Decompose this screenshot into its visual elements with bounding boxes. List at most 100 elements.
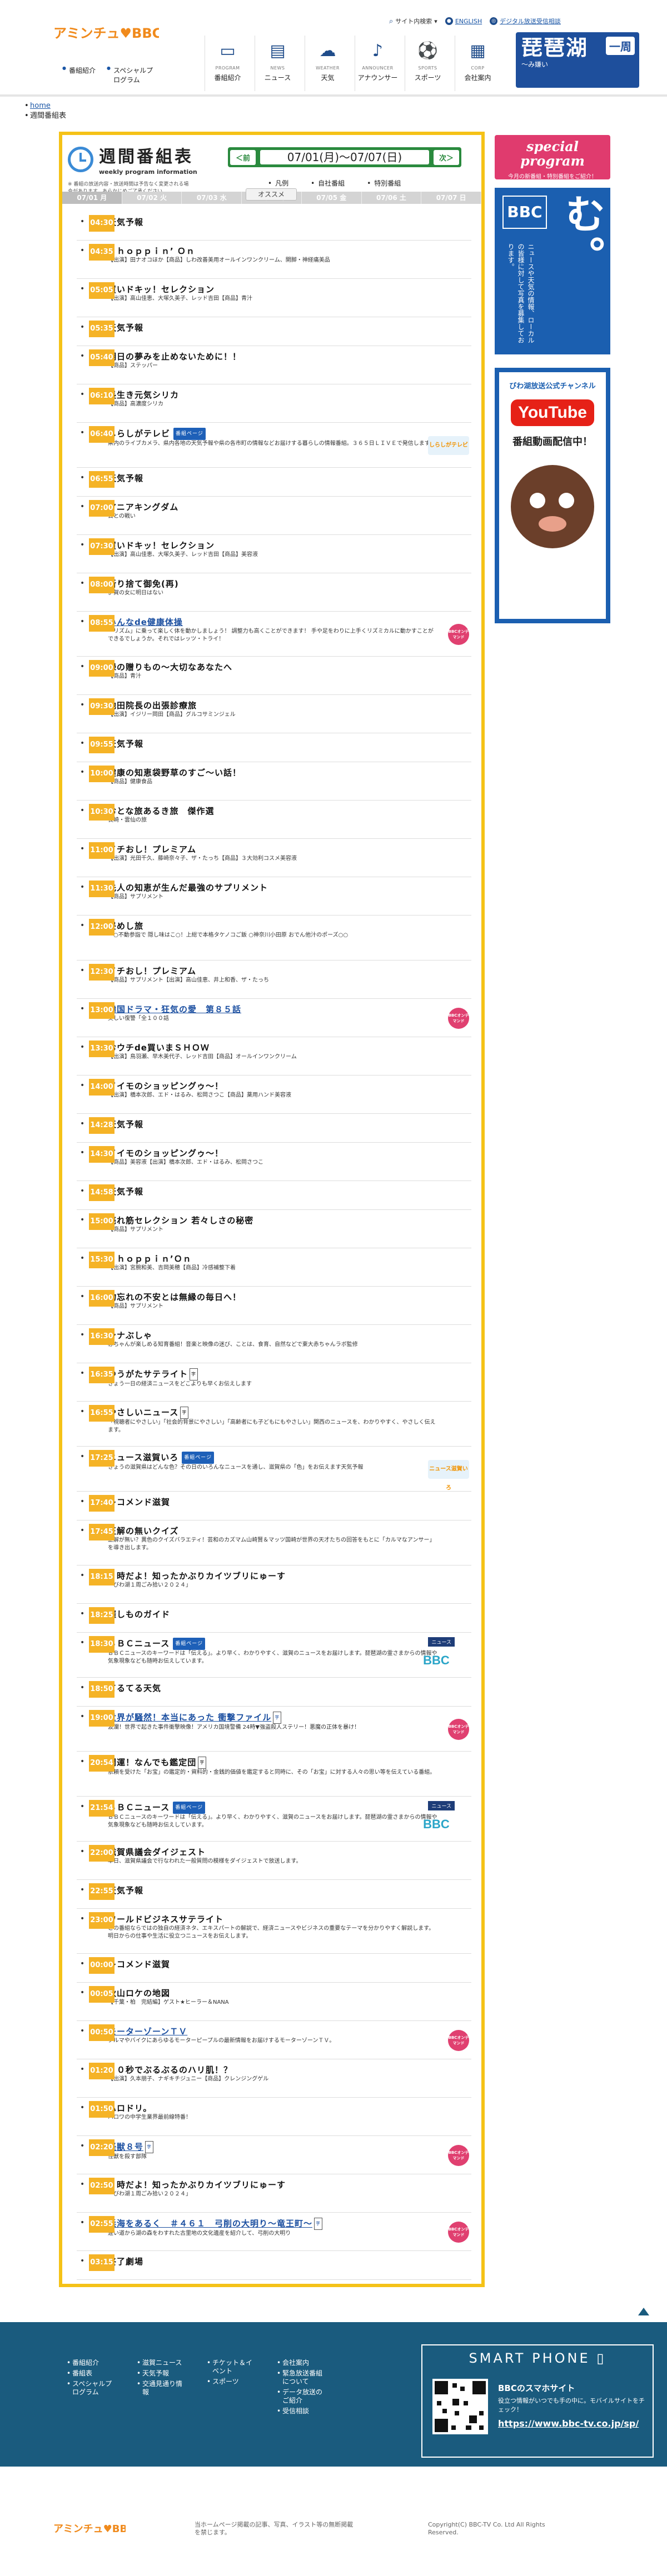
- youtube-banner[interactable]: びわ湖放送公式チャンネル YouTube 番組動画配信中！: [495, 368, 610, 623]
- program-title[interactable]: 世界が騒然！本当にあった 衝撃ファイル字: [108, 1707, 471, 1724]
- footer-logo[interactable]: アミンチュ♥BBC: [53, 2517, 135, 2539]
- program-row[interactable]: 18:15６時だよ！知ったかぶりカイツブリにゅーす「びわ湖１周ごみ拾い２０２４」: [77, 1565, 471, 1604]
- prev-week-button[interactable]: ＜前: [230, 149, 256, 165]
- footer-link[interactable]: スペシャルプログラム: [67, 2380, 118, 2397]
- program-row[interactable]: 18:30ＢＢＣニュース番組ページＢＢＣニュースのキーワードは「伝える」。より早…: [77, 1633, 471, 1678]
- breadcrumb-home[interactable]: home: [30, 102, 51, 110]
- program-row[interactable]: 04:30天気予報: [77, 212, 471, 241]
- program-row[interactable]: 16:00物忘れの不安とは無縁の毎日へ！【商品】サプリメント: [77, 1287, 471, 1325]
- site-search-link[interactable]: ⌕ サイト内検索 ▾: [389, 17, 437, 26]
- footer-link[interactable]: 天気予報: [137, 2369, 188, 2378]
- footer-link[interactable]: データ放送のご紹介: [277, 2388, 328, 2405]
- program-row[interactable]: 17:40レコメンド滋賀: [77, 1492, 471, 1520]
- program-row[interactable]: 08:00新り捨て御免(再)伊賀の女に明日はない: [77, 573, 471, 612]
- program-row[interactable]: 08:55みんなde健康体操「リズム」に乗って楽しく体を動かしましょう！ 調整力…: [77, 612, 471, 657]
- program-row[interactable]: 02:55浜海をあるく ＃４６１ 弓削の大明り〜竜王町〜字違い道から湖の森をわす…: [77, 2213, 471, 2251]
- program-row[interactable]: 06:40しらしがテレビ番組ページ県内のライブカメラ、県内各地の天気予報や県の各…: [77, 423, 471, 468]
- nav-item-sports[interactable]: ⚽ SPORTS スポーツ: [405, 36, 450, 91]
- program-row[interactable]: 06:55天気予報: [77, 468, 471, 497]
- program-row[interactable]: 09:55天気予報: [77, 733, 471, 762]
- program-row[interactable]: 11:00イチおし！プレミアム【出演】光田千久、藤崎奈々子、ザ・たっち【商品】３…: [77, 839, 471, 877]
- recommend-button[interactable]: オススメ: [246, 188, 297, 201]
- footer-link[interactable]: 受信相談: [277, 2407, 328, 2415]
- program-row[interactable]: 05:35天気予報: [77, 317, 471, 346]
- special-program-banner[interactable]: special program 今月の新番組・特別番組をご紹介！: [495, 135, 610, 180]
- ondemand-badge[interactable]: BBCオンデマンド: [448, 2222, 469, 2243]
- program-page-badge[interactable]: 番組ページ: [182, 1452, 215, 1464]
- nav-item-program[interactable]: ▭ PROGRAM 番組紹介: [205, 36, 250, 91]
- program-row[interactable]: 14:00イイモのショッピングゥ〜！【出演】橋本次郎、エド・はるみ、松岡さつこ【…: [77, 1076, 471, 1114]
- program-row[interactable]: 06:10長生き元気シリカ【商品】高濃度シリカ: [77, 384, 471, 423]
- program-title[interactable]: 韓国ドラマ・狂気の愛 第８５話: [108, 999, 471, 1015]
- program-title[interactable]: みんなde健康体操: [108, 612, 471, 628]
- digital-broadcast-link[interactable]: ◎ デジタル放送受信相談: [490, 17, 561, 26]
- footer-link[interactable]: 番組紹介: [67, 2359, 118, 2367]
- program-row[interactable]: 20:54開運！なんでも鑑定団字依頼を受けた「お宝」の鑑定的・資料的・金銭的価値…: [77, 1752, 471, 1797]
- program-title[interactable]: 浜海をあるく ＃４６１ 弓削の大明り〜竜王町〜字: [108, 2213, 471, 2230]
- sub-link-special[interactable]: スペシャルプログラム: [107, 66, 158, 84]
- ondemand-badge[interactable]: BBCオンデマンド: [448, 1719, 469, 1740]
- sub-link-programs[interactable]: 番組紹介: [62, 66, 107, 84]
- ondemand-badge[interactable]: BBCオンデマンド: [448, 624, 469, 645]
- program-title[interactable]: モーターゾーンＴＶ: [108, 2021, 471, 2037]
- program-row[interactable]: 02:20怪獣８号字怪獣を殺す部隊 BBCオンデマンド: [77, 2136, 471, 2174]
- program-row[interactable]: 16:30シナぶしゃ赤ちゃんが楽しめる知育番組！音楽と映像の迷び、ことは、食育、…: [77, 1325, 471, 1363]
- program-row[interactable]: 14:58天気予報: [77, 1181, 471, 1210]
- tab-day-6[interactable]: 07/06 土: [362, 192, 422, 204]
- program-row[interactable]: 17:25ニュース滋賀いろ番組ページきょうの滋賀県はどんな色？その日のいろんなニ…: [77, 1447, 471, 1492]
- program-row[interactable]: 10:30おとな旅あるき旅 傑作選長崎・雲仙の旅: [77, 801, 471, 839]
- program-row[interactable]: 07:30買いドキッ！セレクション【出演】高山佳恵、大塚久美子、レッド吉田【商品…: [77, 535, 471, 573]
- program-row[interactable]: 14:30イイモのショッピングゥ〜！【商品】美容液【出演】橋本次郎、エド・はるみ…: [77, 1143, 471, 1181]
- program-row[interactable]: 15:00売れ筋セレクション 若々しさの秘密【商品】サプリメント: [77, 1210, 471, 1248]
- footer-link[interactable]: 番組表: [67, 2369, 118, 2378]
- program-row[interactable]: 04:35Ｓｈｏｐｐｉｎ’ Ｏｎ【出演】田ナオコほか【商品】しわ改善美用オールイ…: [77, 241, 471, 279]
- program-row[interactable]: 22:55天気予報: [77, 1880, 471, 1909]
- ondemand-badge[interactable]: BBCオンデマンド: [448, 2145, 469, 2166]
- program-row[interactable]: 03:15終了劇場: [77, 2251, 471, 2280]
- tab-day-7[interactable]: 07/07 日: [421, 192, 482, 204]
- footer-link[interactable]: 交通見通り情報: [137, 2380, 188, 2397]
- program-row[interactable]: 05:40明日の夢みを止めないために！！【商品】ステッパー: [77, 346, 471, 384]
- program-row[interactable]: 16:35ゆうがたサテライト字きょう一日の経済ニュースをどこよりも早くお伝えしま…: [77, 1363, 471, 1402]
- program-row[interactable]: 11:30先人の知恵が生んだ最強のサプリメント【商品】サプリメント: [77, 877, 471, 916]
- program-row[interactable]: 22:00滋賀県議会ダイジェスト本日、滋賀県議会で行なわれた一般質問の模様をダイ…: [77, 1842, 471, 1880]
- english-link[interactable]: ● ENGLISH: [445, 17, 482, 25]
- program-page-badge[interactable]: 番組ページ: [173, 1802, 206, 1814]
- program-row[interactable]: 15:30Ｓｈｏｐｐｉｎ’Ｏｎ【出演】宮腕和美、吉岡美穂【商品】冷感補整下着: [77, 1248, 471, 1287]
- nav-item-announcer[interactable]: ♪ ANNOUNCER アナウンサー: [355, 36, 400, 91]
- program-row[interactable]: 13:00韓国ドラマ・狂気の愛 第８５話美しい復讐「全１００話 BBCオンデマンド: [77, 999, 471, 1037]
- program-row[interactable]: 09:30池田院長の出張診療旅【出演】イジリー岡田【商品】グルコサミンジェル: [77, 695, 471, 733]
- program-row[interactable]: 01:50ハロドリ。ハロワの中学生業界最前線特番！: [77, 2098, 471, 2136]
- nav-item-weather[interactable]: ☁ WEATHER 天気: [305, 36, 350, 91]
- program-row[interactable]: 12:00昼めし旅「○不動参詣で 隠し味はこ○！上総で本格タケノコご飯 ○神奈川…: [77, 916, 471, 961]
- tab-day-5[interactable]: 07/05 金: [302, 192, 362, 204]
- program-row[interactable]: 14:28天気予報: [77, 1114, 471, 1143]
- program-row[interactable]: 12:30イチおし！プレミアム【商品】サプリメント【出演】高山佳恵、井上和香、ザ…: [77, 961, 471, 999]
- program-row[interactable]: 19:00世界が騒然！本当にあった 衝撃ファイル字波瀾！世界で起きた事件衝撃映像…: [77, 1707, 471, 1752]
- program-row[interactable]: 16:55やさしいニュース字「視聴者にやさしい」「社会的背景にやさしい」「高齢者…: [77, 1402, 471, 1447]
- site-logo[interactable]: アミンチュ♥BBC: [53, 21, 159, 43]
- footer-link[interactable]: チケット＆イベント: [207, 2359, 258, 2375]
- footer-link[interactable]: 滋賀ニュース: [137, 2359, 188, 2367]
- program-row[interactable]: 13:30おウチde買いまＳＨＯＷ【出演】鳥羽瀬、早木美代子、レッド吉田【商品】…: [77, 1037, 471, 1076]
- program-row[interactable]: 00:50モーターゾーンＴＶクルマやバイクにあらゆるモーターピープルの最新情報を…: [77, 2021, 471, 2059]
- program-row[interactable]: 23:00ワールドビジネスサテライトこの番組ならではの独自の経済ネタ、エキスパー…: [77, 1909, 471, 1954]
- next-week-button[interactable]: 次＞: [433, 149, 459, 165]
- program-row[interactable]: 00:00レコメンド滋賀: [77, 1954, 471, 1983]
- tab-day-2[interactable]: 07/02 火: [122, 192, 182, 204]
- program-row[interactable]: 00:05秋山ロケの地図【千葉・柏 完結編】ゲスト★ヒーラー＆NANA: [77, 1983, 471, 2021]
- program-page-badge[interactable]: 番組ページ: [173, 1638, 206, 1650]
- nav-item-news[interactable]: ▤ NEWS ニュース: [255, 36, 300, 91]
- ondemand-badge[interactable]: BBCオンデマンド: [448, 2030, 469, 2051]
- program-row[interactable]: 05:05買いドキッ！セレクション【出演】高山佳恵、大塚久美子、レッド吉田【商品…: [77, 279, 471, 317]
- footer-link[interactable]: スポーツ: [207, 2378, 258, 2386]
- nav-item-corp[interactable]: ▦ CORP 会社案内: [455, 36, 500, 91]
- page-top-icon[interactable]: [637, 2305, 650, 2319]
- program-row[interactable]: 21:54ＢＢＣニュース番組ページＢＢＣニュースのキーワードは「伝える」。より早…: [77, 1797, 471, 1842]
- photo-wanted-banner[interactable]: BBC 写真求む。 ニュースや天気の情報、ローカルの皆様に対して写真を募集してお…: [495, 188, 651, 354]
- program-row[interactable]: 18:50てるてる天気: [77, 1678, 471, 1707]
- footer-link[interactable]: 会社案内: [277, 2359, 328, 2367]
- program-row[interactable]: 10:00健康の知恵袋野草のすご〜い話！【商品】健康食品: [77, 762, 471, 801]
- biwako-banner[interactable]: 琵琶湖 〜み嫌い 一周: [516, 32, 639, 88]
- footer-link[interactable]: 緊急放送番組について: [277, 2369, 328, 2386]
